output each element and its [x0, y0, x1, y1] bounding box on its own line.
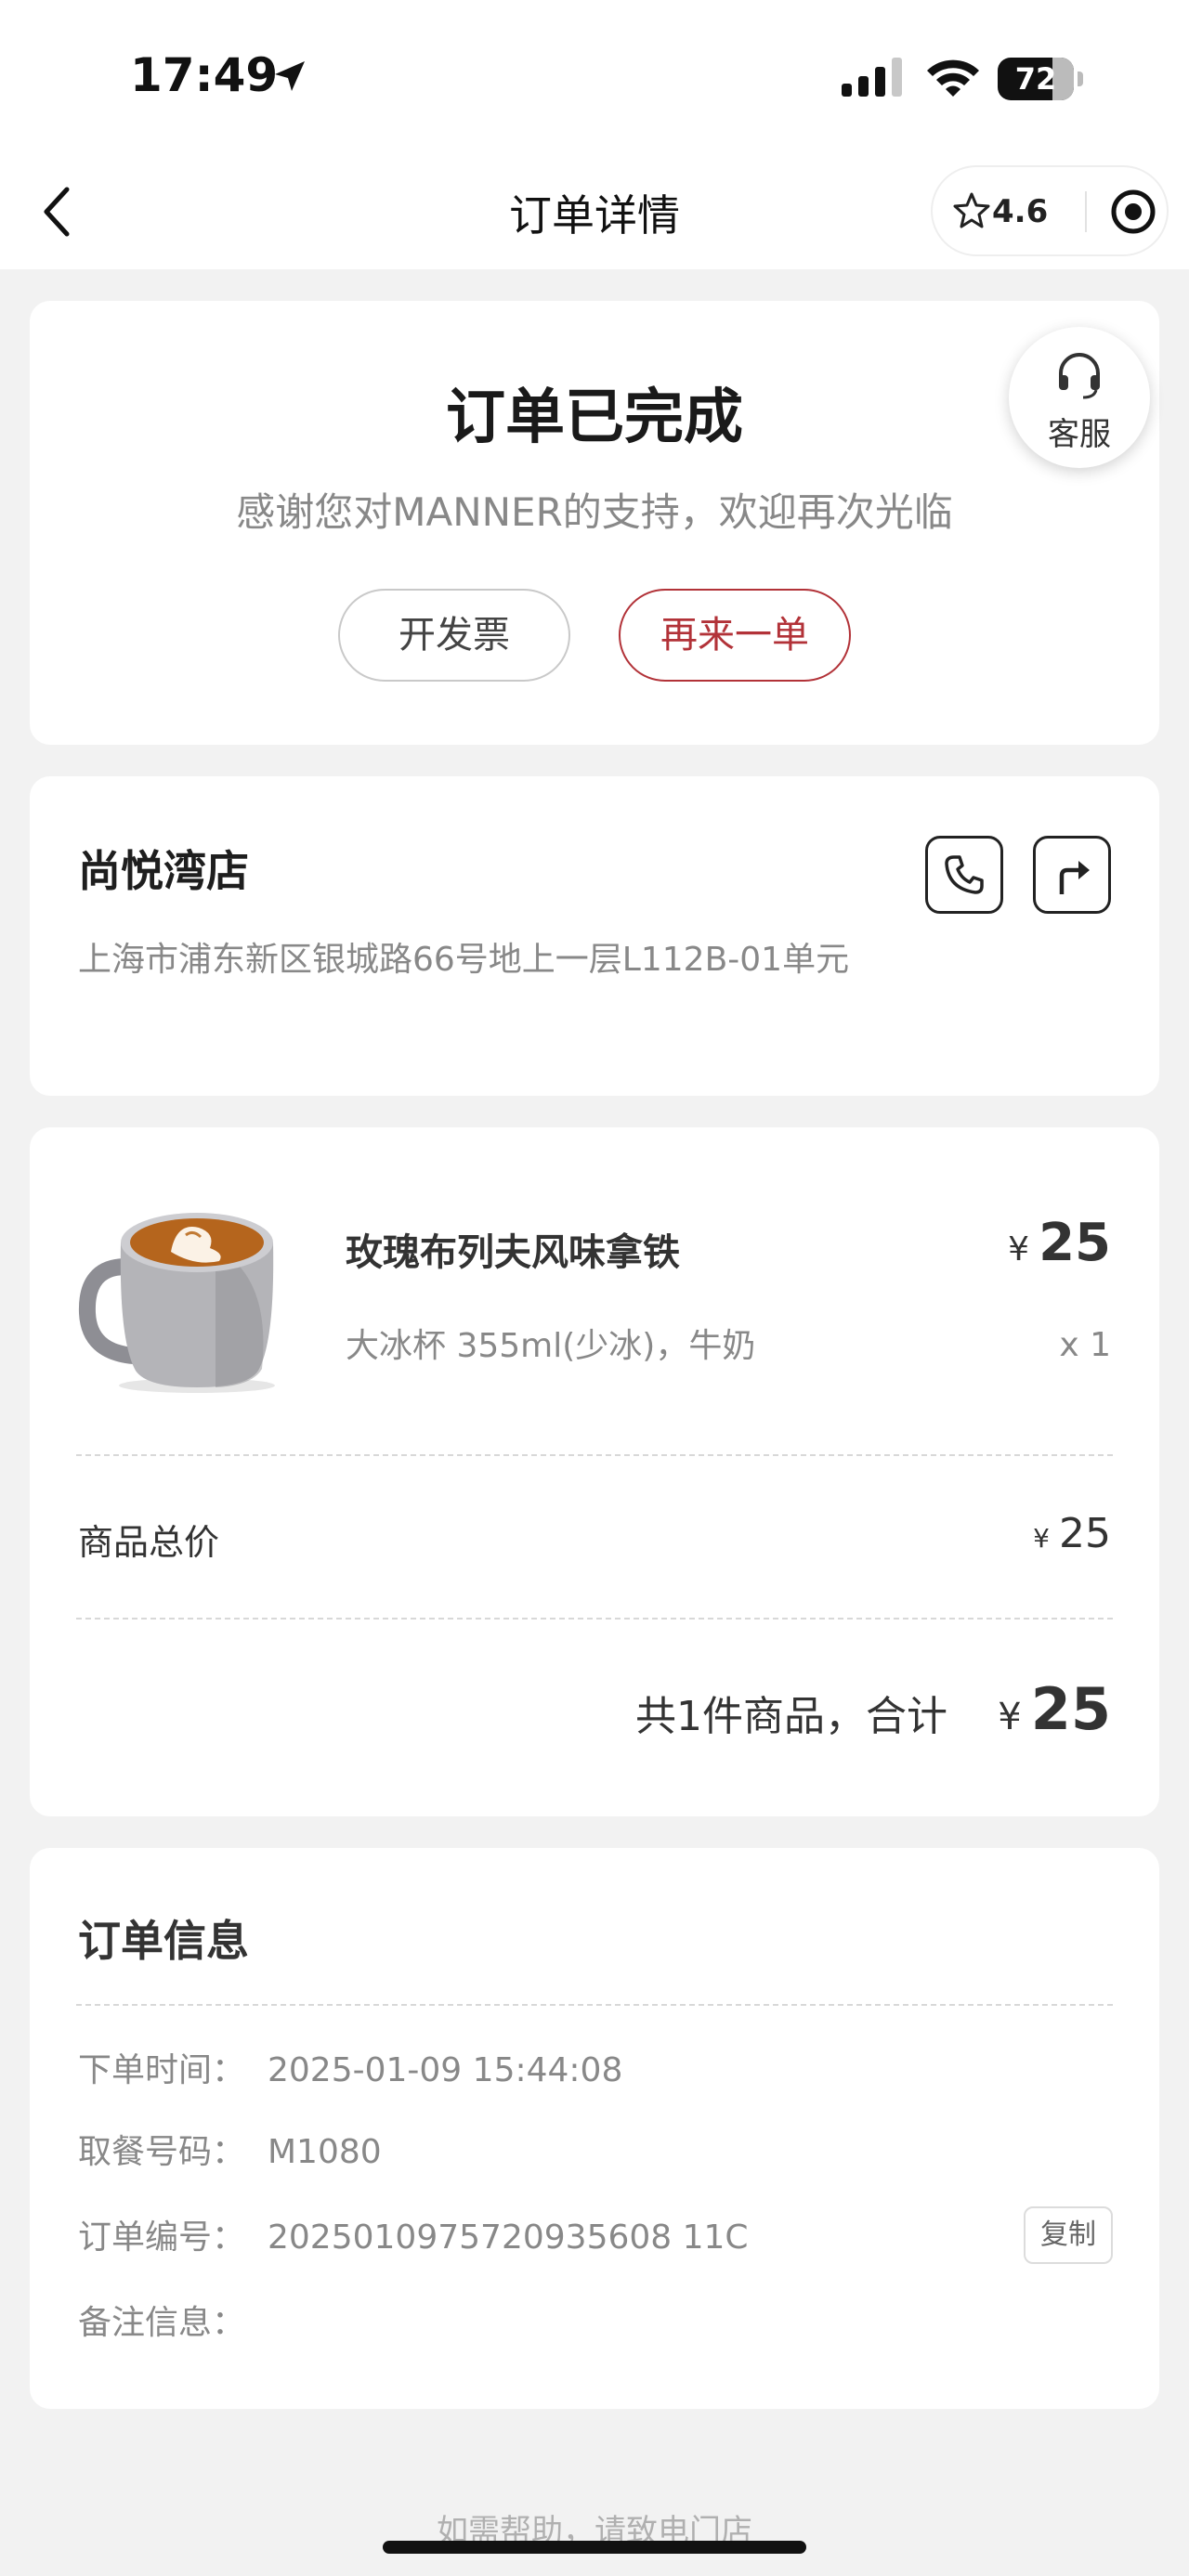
mini-program-capsule: 4.6 — [931, 165, 1169, 256]
order-status-title: 订单已完成 — [446, 384, 743, 452]
order-number-row: 订单编号： 2025010975720935608 11C — [78, 2210, 749, 2258]
currency-symbol: ¥ — [998, 1696, 1022, 1738]
dashed-divider — [76, 1454, 1113, 1456]
currency-symbol: ¥ — [1033, 1523, 1050, 1554]
currency-symbol: ¥ — [1008, 1230, 1030, 1268]
customer-service-button[interactable]: 客服 — [1009, 327, 1150, 468]
route-arrow-icon — [1059, 861, 1090, 894]
dashed-divider — [76, 2004, 1113, 2006]
phone-icon — [945, 855, 984, 894]
home-indicator[interactable] — [383, 2541, 806, 2554]
pickup-number-value: M1080 — [268, 2133, 382, 2171]
product-quantity: x 1 — [1059, 1326, 1111, 1364]
store-name: 尚悦湾店 — [78, 846, 249, 896]
grand-total-value: 25 — [1030, 1675, 1111, 1743]
order-number-value: 2025010975720935608 11C — [268, 2218, 749, 2257]
battery-level: 72 — [1014, 61, 1057, 97]
order-info-card: 订单信息 下单时间： 2025-01-09 15:44:08 取餐号码： M1080… — [30, 1848, 1159, 2409]
close-target-icon[interactable] — [1109, 188, 1157, 236]
subtotal-value: 25 — [1059, 1510, 1111, 1557]
location-arrow-icon — [275, 61, 305, 91]
pickup-number-row: 取餐号码： M1080 — [78, 2125, 382, 2173]
order-time-value: 2025-01-09 15:44:08 — [268, 2051, 623, 2089]
status-time: 17:49 — [130, 48, 279, 102]
order-status-card: 订单已完成 感谢您对MANNER的支持，欢迎再次光临 开发票 再来一单 — [30, 301, 1159, 745]
product-spec: 大冰杯 355ml(少冰)，牛奶 — [346, 1327, 756, 1365]
headset-icon — [1059, 353, 1100, 399]
order-time-label: 下单时间： — [78, 2051, 246, 2089]
battery-indicator: 72 — [998, 58, 1083, 100]
grand-total: ¥25 — [998, 1675, 1111, 1743]
invoice-button[interactable]: 开发票 — [338, 589, 570, 682]
item-count-label: 共1件商品，合计 — [635, 1693, 947, 1740]
dashed-divider — [76, 1618, 1113, 1620]
wifi-icon — [927, 59, 979, 97]
order-number-label: 订单编号： — [78, 2218, 246, 2257]
reorder-button[interactable]: 再来一单 — [619, 589, 851, 682]
customer-service-label: 客服 — [1048, 416, 1111, 453]
order-info-title: 订单信息 — [78, 1916, 249, 1966]
product-price: ¥25 — [1008, 1213, 1111, 1273]
remarks-row: 备注信息： — [78, 2296, 268, 2344]
navigate-route-button[interactable] — [1033, 836, 1111, 914]
pickup-number-label: 取餐号码： — [78, 2133, 246, 2171]
subtotal-label: 商品总价 — [78, 1522, 220, 1563]
store-address: 上海市浦东新区银城路66号地上一层L112B-01单元 — [78, 941, 850, 979]
order-items-card: 玫瑰布列夫风味拿铁 大冰杯 355ml(少冰)，牛奶 ¥25 x 1 商品总价 … — [30, 1127, 1159, 1816]
product-price-value: 25 — [1039, 1213, 1111, 1273]
copy-order-number-button[interactable]: 复制 — [1024, 2206, 1113, 2264]
latte-cup-image — [78, 1213, 275, 1393]
store-card: 尚悦湾店 上海市浦东新区银城路66号地上一层L112B-01单元 — [30, 776, 1159, 1096]
product-name: 玫瑰布列夫风味拿铁 — [346, 1231, 680, 1274]
star-icon[interactable] — [953, 191, 990, 228]
thank-you-text: 感谢您对MANNER的支持，欢迎再次光临 — [236, 489, 953, 535]
remarks-label: 备注信息： — [78, 2304, 246, 2342]
order-time-row: 下单时间： 2025-01-09 15:44:08 — [78, 2043, 622, 2091]
capsule-divider — [1085, 191, 1087, 232]
cellular-signal-icon — [842, 58, 902, 97]
call-store-button[interactable] — [925, 836, 1003, 914]
subtotal-price: ¥25 — [1033, 1510, 1111, 1557]
rating-value[interactable]: 4.6 — [992, 193, 1048, 230]
